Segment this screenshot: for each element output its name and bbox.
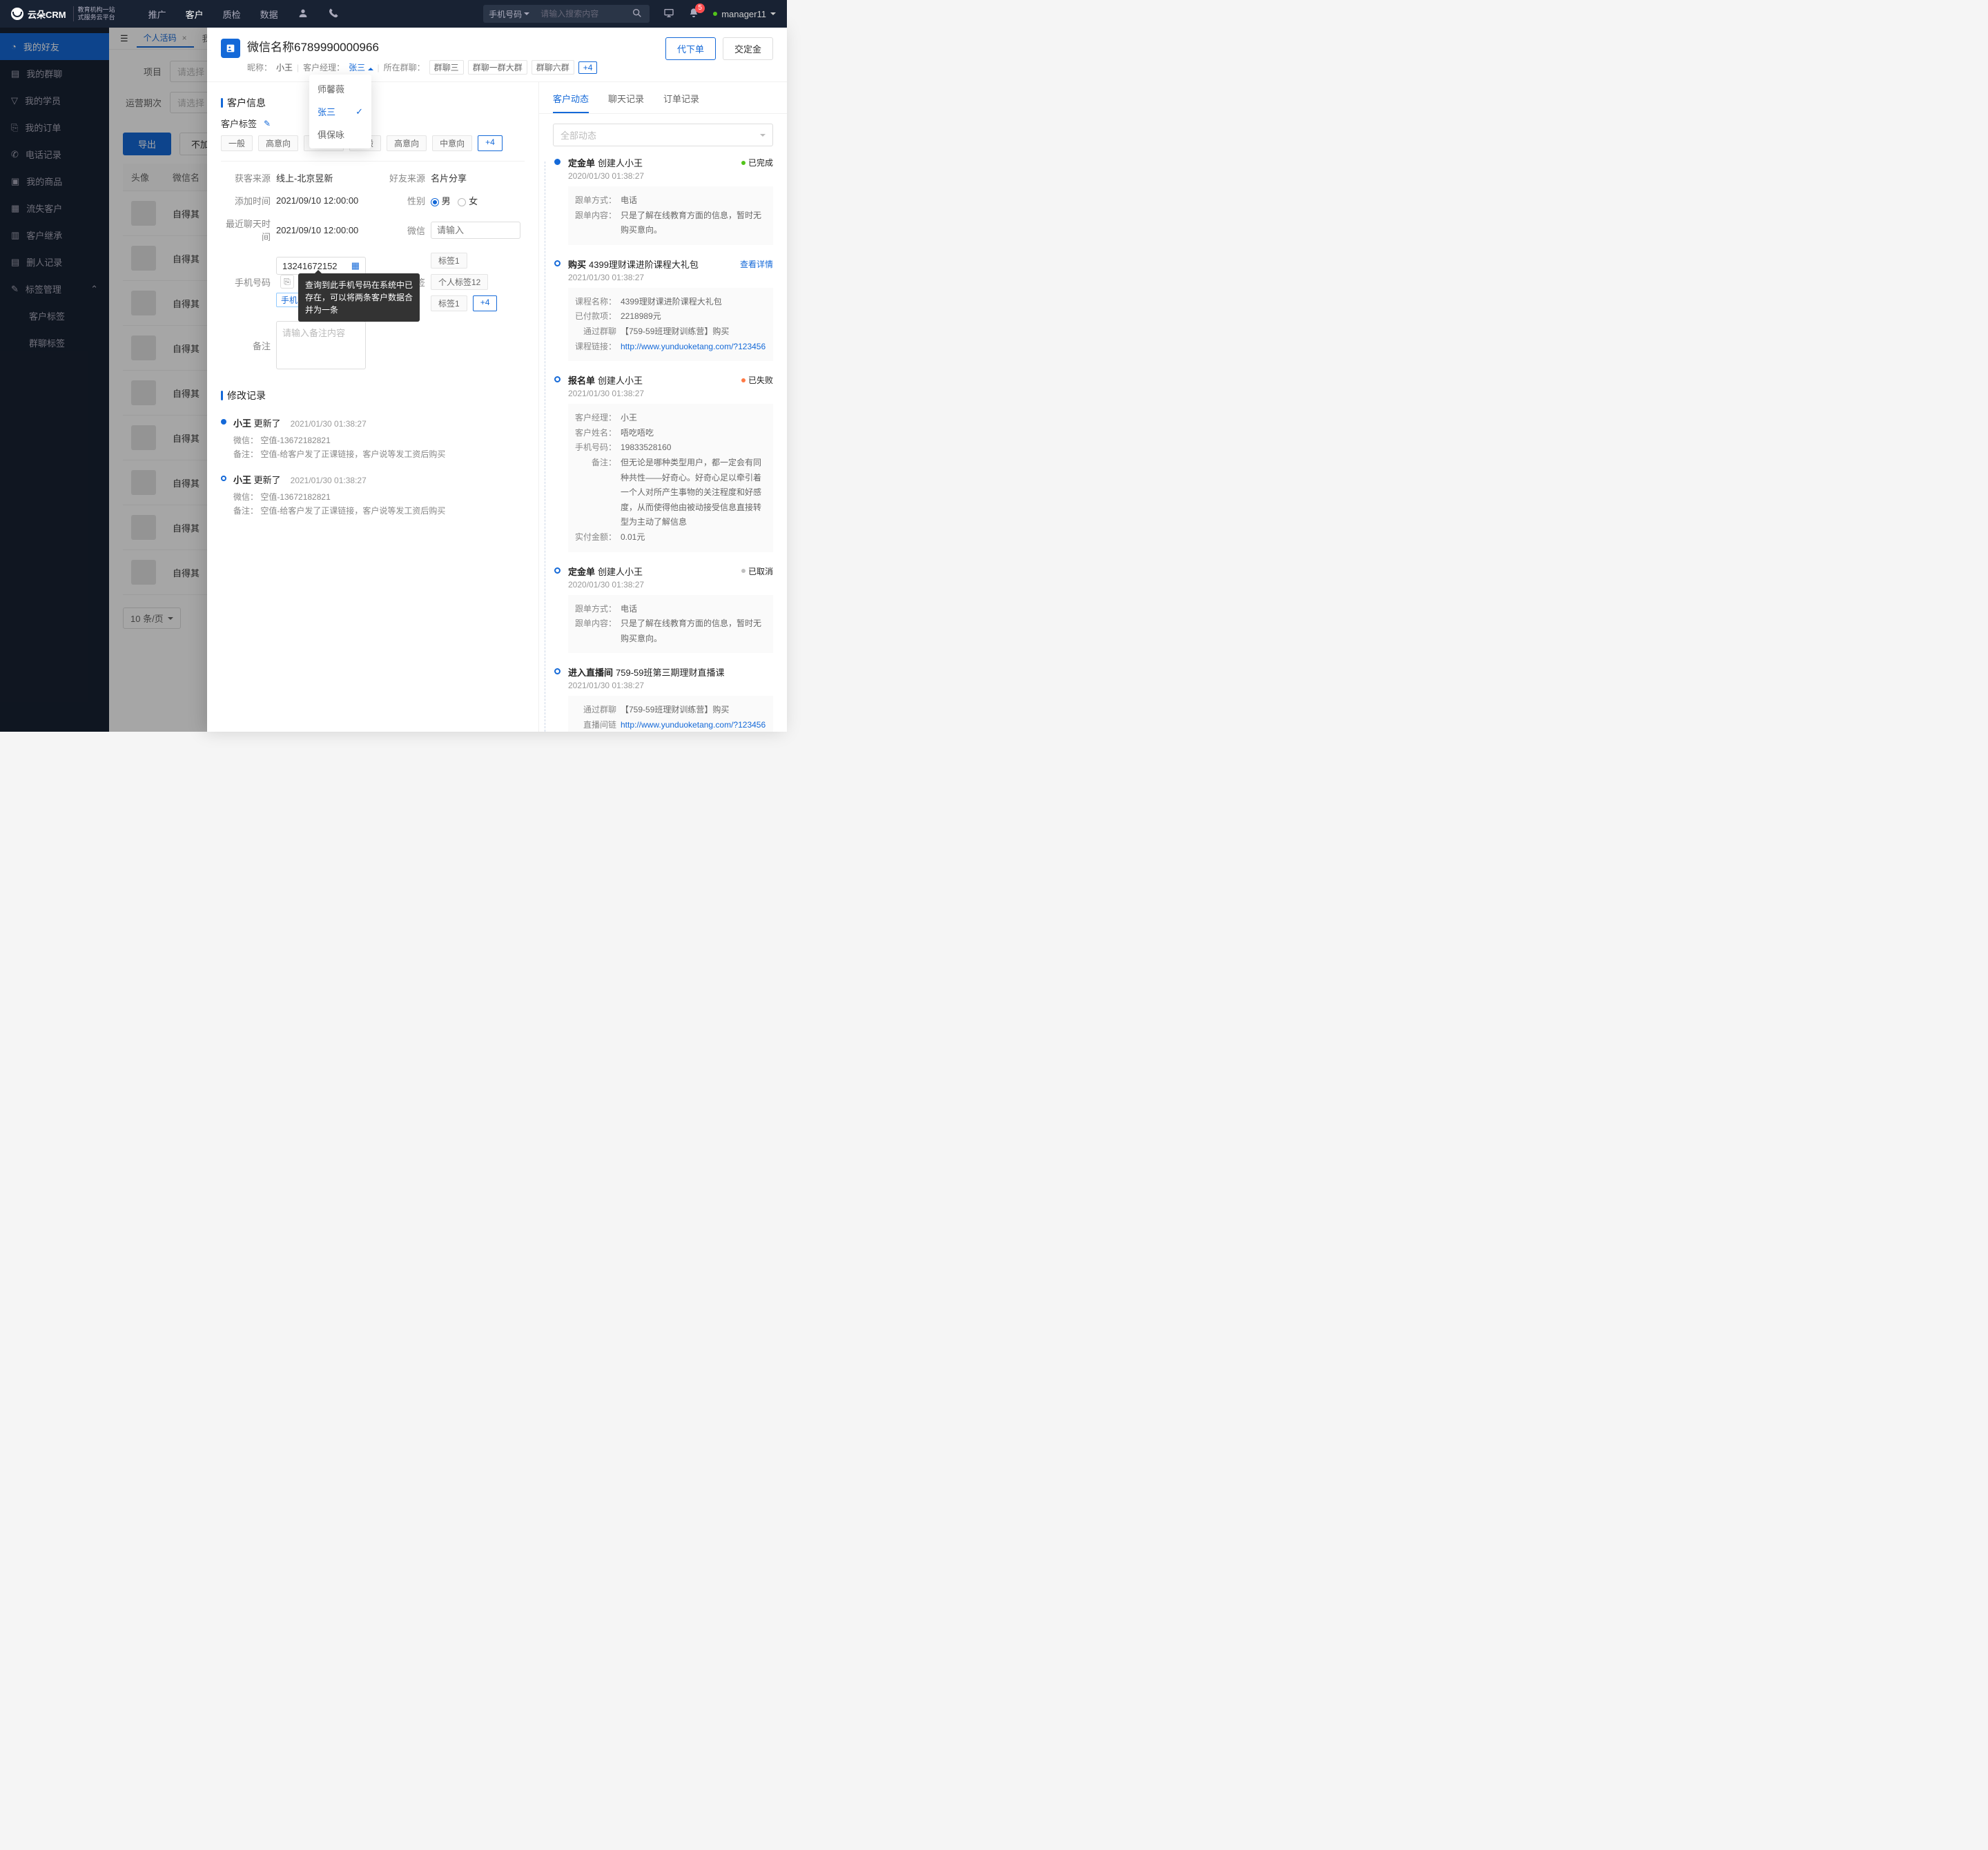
radio-female[interactable] (458, 198, 466, 206)
view-detail-link[interactable]: 查看详情 (740, 258, 773, 270)
groups-more[interactable]: +4 (578, 61, 598, 74)
remark-textarea[interactable]: 请输入备注内容 (276, 321, 366, 369)
edit-icon[interactable]: ✎ (264, 119, 271, 128)
monitor-icon[interactable] (663, 8, 674, 21)
customer-tag[interactable]: 一般 (221, 135, 253, 151)
tag-label: 客户标签 (221, 117, 257, 130)
timeline-item: 购买 4399理财课进阶课程大礼包查看详情2021/01/30 01:38:27… (553, 257, 773, 361)
top-nav: 推广 客户 质检 数据 (148, 8, 339, 21)
user-menu[interactable]: manager11 (713, 9, 776, 19)
substitute-order-button[interactable]: 代下单 (665, 37, 716, 60)
logo-text: 云朵CRM (28, 8, 66, 21)
tab-order[interactable]: 订单记录 (663, 92, 699, 113)
link[interactable]: http://www.yunduoketang.com/?123456 (621, 342, 766, 351)
nav-promo[interactable]: 推广 (148, 8, 166, 21)
logo-icon (11, 8, 23, 20)
logo: 云朵CRM 教育机构一站 式服务云平台 (11, 6, 115, 21)
copy-icon[interactable]: ⎘ (280, 275, 294, 289)
timeline-dot-icon (554, 376, 561, 382)
logo-subtext: 教育机构一站 式服务云平台 (73, 6, 115, 21)
check-icon: ✓ (355, 106, 363, 117)
search-box: 手机号码 (483, 5, 650, 23)
topbar-right: 手机号码 5 manager11 (483, 5, 776, 23)
customer-avatar-icon (221, 39, 240, 58)
manager-dropdown: 师馨薇 张三✓ 俱保咏 (309, 75, 371, 148)
wechat-input[interactable] (431, 222, 520, 239)
dropdown-item[interactable]: 张三✓ (309, 100, 371, 123)
personal-tag[interactable]: 标签1 (431, 253, 467, 269)
chevron-down-icon (760, 134, 766, 137)
search-type-select[interactable]: 手机号码 (483, 8, 535, 20)
search-input[interactable] (535, 9, 625, 19)
tag-more-button[interactable]: +4 (473, 295, 498, 311)
topbar: 云朵CRM 教育机构一站 式服务云平台 推广 客户 质检 数据 手机号码 5 m… (0, 0, 787, 28)
dropdown-item[interactable]: 俱保咏 (309, 123, 371, 146)
drawer-title: 微信名称6789990000966 (247, 37, 659, 55)
search-button[interactable] (625, 8, 650, 21)
timeline-dot-icon (554, 159, 561, 165)
timeline-dot-icon (554, 668, 561, 674)
nav-data[interactable]: 数据 (260, 8, 278, 21)
customer-drawer: 微信名称6789990000966 昵称：小王 | 客户经理：张三 | 所在群聊… (207, 28, 787, 732)
timeline-item: 定金单 创建人小王已完成2020/01/30 01:38:27跟单方式：电话跟单… (553, 156, 773, 245)
qrcode-icon[interactable]: ▦ (351, 260, 360, 271)
timeline-dot-icon (554, 260, 561, 266)
timeline-item: 定金单 创建人小王已取消2020/01/30 01:38:27跟单方式：电话跟单… (553, 565, 773, 654)
status-badge: 已取消 (741, 565, 773, 577)
personal-tag[interactable]: 标签1 (431, 295, 467, 311)
timeline-dot-icon (554, 567, 561, 574)
customer-info-heading: 客户信息 (221, 96, 525, 110)
timeline-item: 报名单 创建人小王已失败2021/01/30 01:38:27客户经理：小王客户… (553, 373, 773, 552)
manager-select[interactable]: 张三 (349, 61, 373, 73)
group-tag[interactable]: 群聊一群大群 (468, 60, 527, 75)
link[interactable]: http://www.yunduoketang.com/?123456 (621, 720, 766, 730)
changelog-heading: 修改记录 (221, 389, 525, 402)
dynamic-filter-select[interactable]: 全部动态 (553, 124, 773, 146)
notification-badge: 5 (695, 3, 705, 13)
dropdown-item[interactable]: 师馨薇 (309, 77, 371, 100)
status-dot-icon (713, 12, 717, 16)
chevron-up-icon (368, 68, 373, 70)
timeline-dot-icon (221, 476, 226, 481)
user-icon[interactable] (298, 8, 309, 21)
chevron-down-icon (524, 12, 529, 15)
timeline-item: 进入直播间 759-59班第三期理财直播课2021/01/30 01:38:27… (553, 665, 773, 732)
changelog-item: 小王 更新了2021/01/30 01:38:27微信： 空值-13672182… (221, 473, 525, 518)
phone-tooltip: 查询到此手机号码在系统中已存在，可以将两条客户数据合并为一条 (298, 273, 420, 322)
customer-tag[interactable]: 高意向 (258, 135, 298, 151)
tab-chat[interactable]: 聊天记录 (608, 92, 644, 113)
radio-male[interactable] (431, 198, 439, 206)
gender-radiogroup[interactable]: 男 女 (431, 194, 525, 207)
tab-dynamic[interactable]: 客户动态 (553, 92, 589, 113)
timeline-dot-icon (221, 419, 226, 425)
group-tag[interactable]: 群聊三 (429, 60, 464, 75)
status-badge: 已失败 (741, 374, 773, 386)
bell-icon[interactable]: 5 (688, 8, 699, 21)
nav-customer[interactable]: 客户 (186, 8, 204, 21)
changelog-item: 小王 更新了2021/01/30 01:38:27微信： 空值-13672182… (221, 416, 525, 462)
nav-qc[interactable]: 质检 (223, 8, 241, 21)
personal-tag[interactable]: 个人标签12 (431, 274, 488, 290)
deposit-button[interactable]: 交定金 (723, 37, 773, 60)
group-tag[interactable]: 群聊六群 (532, 60, 574, 75)
customer-tag[interactable]: 中意向 (432, 135, 472, 151)
status-badge: 已完成 (741, 157, 773, 168)
phone-icon[interactable] (328, 8, 339, 21)
tag-more-button[interactable]: +4 (478, 135, 503, 151)
chevron-down-icon (770, 12, 776, 15)
customer-tag[interactable]: 高意向 (387, 135, 427, 151)
